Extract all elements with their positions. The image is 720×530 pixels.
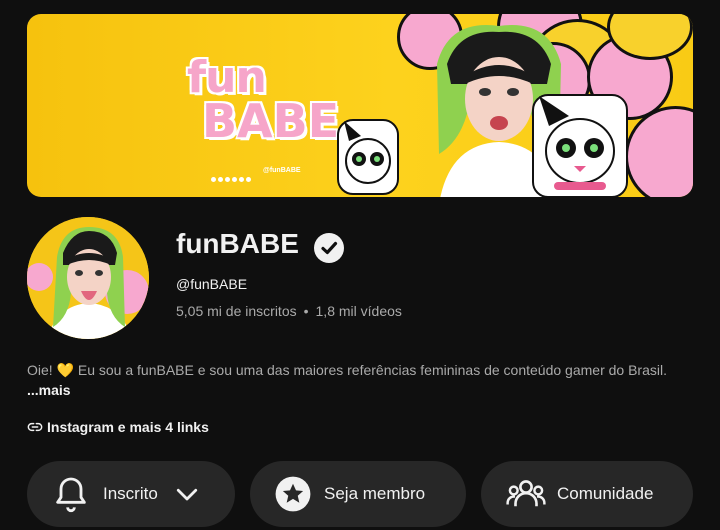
- bell-icon: [56, 477, 86, 512]
- member-label: Seja membro: [324, 484, 426, 503]
- social-icons: [211, 169, 253, 187]
- cartoon-cat-card: [532, 94, 628, 197]
- cartoon-cat-card: [337, 119, 399, 195]
- link-icon: [27, 422, 43, 432]
- subscribed-button[interactable]: Inscrito: [27, 461, 235, 527]
- community-label: Comunidade: [557, 484, 654, 503]
- channel-avatar[interactable]: [27, 217, 149, 339]
- links-label: Instagram e mais 4 links: [47, 419, 209, 435]
- subscriber-count: 5,05 mi de inscritos: [176, 303, 297, 319]
- channel-description[interactable]: Oie! 💛 Eu sou a funBABE e sou uma das ma…: [27, 360, 687, 400]
- more-link[interactable]: ...mais: [27, 382, 71, 398]
- description-text: Oie! 💛 Eu sou a funBABE e sou uma das ma…: [27, 362, 667, 378]
- channel-banner: fun BABE @funBABE: [27, 14, 693, 197]
- community-people-icon: [506, 480, 546, 507]
- channel-handle: @funBABE: [176, 276, 248, 292]
- banner-social-handle: @funBABE: [263, 167, 301, 174]
- chevron-down-icon: [176, 488, 197, 501]
- community-button[interactable]: Comunidade: [481, 461, 693, 527]
- avatar-image: [27, 217, 149, 339]
- channel-links[interactable]: Instagram e mais 4 links: [27, 419, 209, 435]
- subscribed-label: Inscrito: [103, 484, 158, 503]
- star-badge-icon: [275, 476, 311, 512]
- stats-separator: •: [303, 303, 309, 319]
- channel-title: funBABE: [176, 228, 299, 259]
- join-membership-button[interactable]: Seja membro: [250, 461, 466, 527]
- banner-logo-babe: BABE: [202, 94, 340, 148]
- verified-check-icon: [314, 233, 344, 263]
- channel-stats: 5,05 mi de inscritos • 1,8 mil vídeos: [176, 303, 402, 319]
- video-count: 1,8 mil vídeos: [315, 303, 402, 319]
